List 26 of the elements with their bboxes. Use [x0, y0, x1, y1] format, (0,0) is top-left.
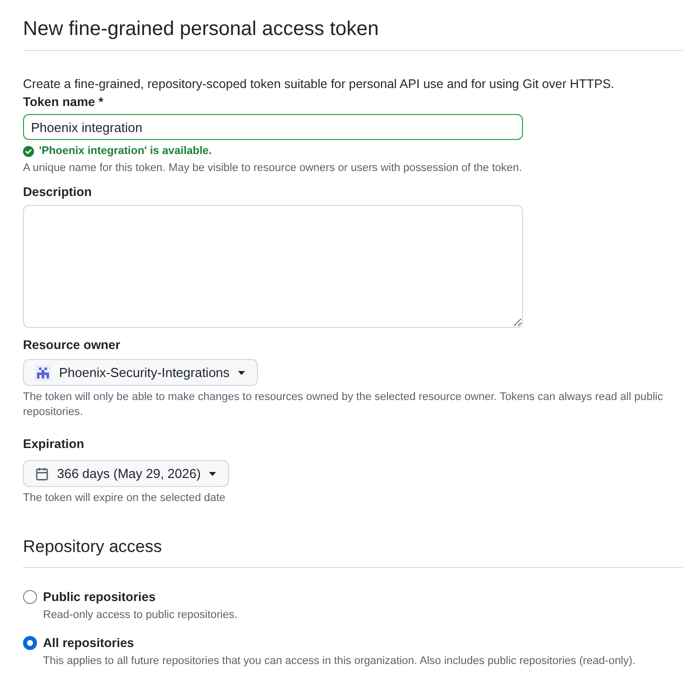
validation-message: 'Phoenix integration' is available.: [39, 144, 212, 159]
resource-owner-dropdown[interactable]: Phoenix-Security-Integrations: [23, 359, 258, 386]
hint-text: The token will expire on the selected date: [23, 491, 226, 506]
caret-down-icon: [208, 472, 216, 476]
radio-button[interactable]: [23, 590, 37, 604]
expiration-dropdown[interactable]: 366 days (May 29, 2026): [23, 460, 229, 487]
field-label: Description: [23, 184, 92, 201]
description-field[interactable]: [23, 205, 523, 328]
option-label: All repositories: [43, 635, 134, 652]
option-description: This applies to all future repositories that you can access in this organization. Also includes public repositories (read-only).: [43, 654, 636, 669]
field-label: Resource owner: [23, 337, 120, 354]
check-circle-icon: [23, 146, 34, 156]
organization-avatar-icon: [35, 364, 51, 380]
field-label: Expiration: [23, 436, 84, 453]
hint-text: The token will only be able to make changes to resources owned by the selected resource owner. Tokens can always read all public repositories.: [23, 390, 663, 420]
page-title: New fine-grained personal access token: [23, 18, 379, 40]
caret-down-icon: [238, 370, 245, 374]
option-label: Public repositories: [43, 589, 156, 606]
token-name-field[interactable]: Phoenix integration: [23, 114, 523, 140]
section-title: Repository access: [23, 537, 162, 556]
hint-text: A unique name for this token. May be visible to resource owners or users with possession of the token.: [23, 161, 522, 176]
intro-text: Create a fine-grained, repository-scoped token suitable for personal API use and for using Git over HTTPS.: [23, 76, 614, 93]
option-description: Read-only access to public repositories.: [43, 608, 238, 623]
field-label: Token name *: [23, 94, 104, 111]
radio-button[interactable]: [23, 636, 37, 650]
calendar-icon: [35, 466, 49, 480]
